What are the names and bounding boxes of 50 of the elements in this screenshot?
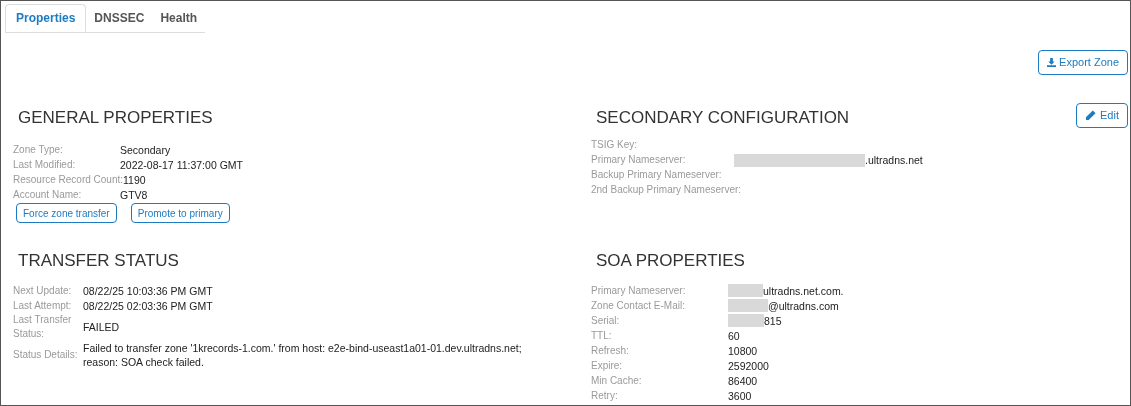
- field-label: 2nd Backup Primary Nameserver:: [591, 183, 742, 197]
- field-label: Primary Nameserver:: [591, 153, 687, 167]
- export-zone-button[interactable]: Export Zone: [1038, 50, 1128, 75]
- tab[interactable]: Properties: [5, 4, 87, 32]
- field-label: Next Update:: [13, 283, 73, 298]
- field-label: Primary Nameserver:: [591, 283, 687, 298]
- field-label: Last Transfer Status:: [13, 313, 73, 341]
- field-value: Failed to transfer zone '1krecords-1.com.' from host: e2e-bind-useast1a01-01.dev.ultradns.net; reason: SOA check failed.: [83, 341, 523, 369]
- field-value: 1190: [123, 172, 146, 187]
- edit-button[interactable]: Edit: [1076, 103, 1128, 128]
- field-value: 10800: [728, 343, 758, 358]
- field-value: GTV8: [120, 187, 148, 202]
- action-button[interactable]: Force zone transfer: [16, 203, 117, 223]
- field-label: TTL:: [591, 328, 613, 343]
- section-title: GENERAL PROPERTIES: [17, 107, 214, 129]
- field-label: Refresh:: [591, 343, 630, 358]
- field-label: Last Attempt:: [13, 298, 73, 313]
- field-label: Last Modified:: [13, 157, 77, 172]
- field-label: Account Name:: [13, 187, 83, 202]
- field-label: Zone Type:: [13, 142, 64, 157]
- field-value: ultradns.net.com.: [763, 283, 844, 298]
- field-label: Retry:: [591, 388, 619, 403]
- section-title: TRANSFER STATUS: [17, 250, 180, 272]
- tab[interactable]: Health: [152, 4, 206, 32]
- field-value: 3600: [728, 388, 752, 403]
- tab[interactable]: DNSSEC: [86, 4, 153, 32]
- download-icon: [1047, 58, 1057, 67]
- field-value: Secondary: [120, 142, 171, 157]
- field-value: 2592000: [728, 358, 769, 373]
- field-value: 815: [764, 313, 782, 328]
- action-button[interactable]: Promote to primary: [130, 203, 230, 223]
- field-label: Min Cache:: [591, 373, 643, 388]
- field-value: 08/22/25 10:03:36 PM GMT: [83, 283, 213, 298]
- pencil-icon: [1085, 110, 1097, 121]
- field-label: Zone Contact E-Mail:: [591, 298, 686, 313]
- section-title: SOA PROPERTIES: [595, 250, 746, 272]
- field-value: 08/22/25 02:03:36 PM GMT: [83, 298, 213, 313]
- field-value: 86400: [728, 373, 758, 388]
- field-value: 2022-08-17 11:37:00 GMT: [120, 157, 243, 172]
- field-label: Expire:: [591, 358, 624, 373]
- field-value: FAILED: [83, 320, 120, 334]
- field-label: Backup Primary Nameserver:: [591, 168, 723, 182]
- field-value: @ultradns.com: [768, 298, 839, 313]
- field-label: TSIG Key:: [591, 138, 639, 152]
- section-title: SECONDARY CONFIGURATION: [595, 107, 850, 129]
- field-value: 60: [728, 328, 740, 343]
- field-label: Resource Record Count:: [13, 172, 124, 187]
- field-value: .ultradns.net: [865, 153, 923, 167]
- field-label: Serial:: [591, 313, 621, 328]
- field-label: Status Details:: [13, 348, 79, 362]
